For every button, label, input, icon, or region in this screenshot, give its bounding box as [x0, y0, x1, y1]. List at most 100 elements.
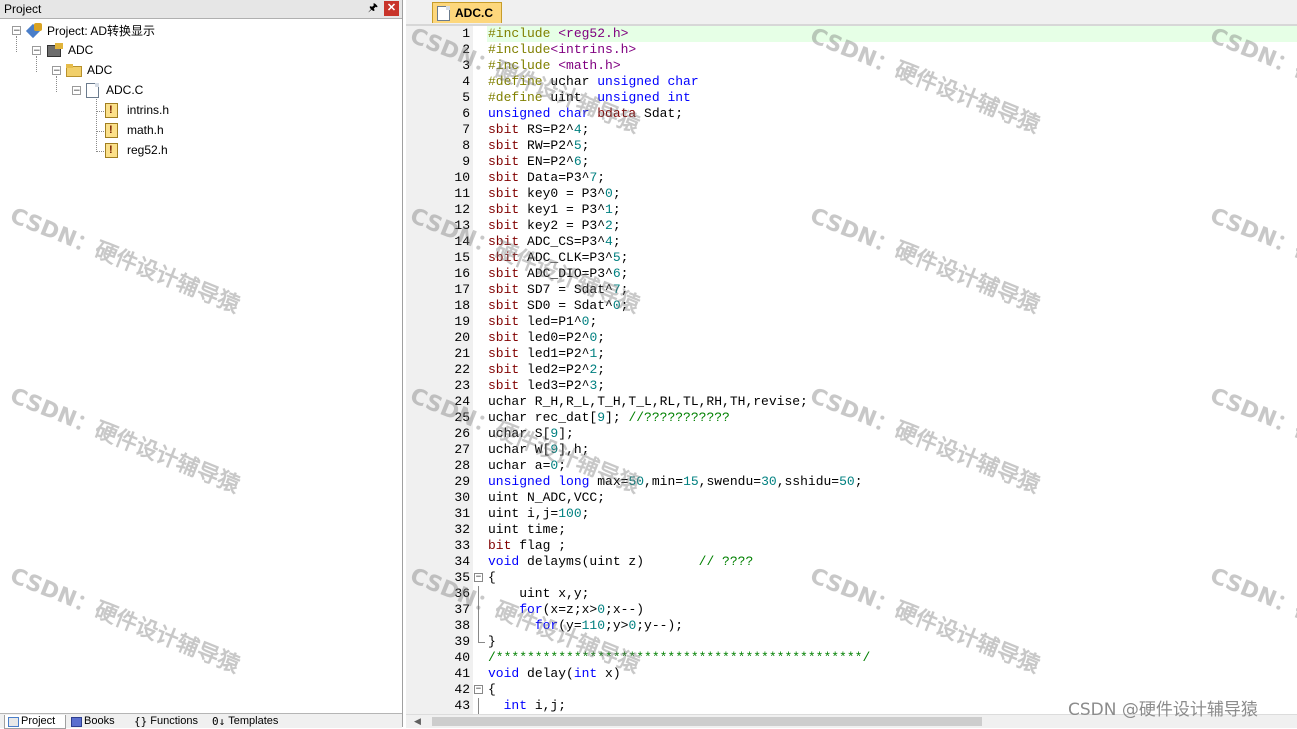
code-text: sbit EN=P2^6;: [488, 154, 590, 169]
tab-label: Templates: [228, 715, 279, 727]
header-file-icon: [105, 102, 118, 118]
line-number: 24: [454, 394, 470, 409]
code-line[interactable]: 4 #define uchar unsigned char: [406, 74, 1297, 90]
tree-item-include[interactable]: reg52.h: [105, 141, 168, 159]
tree-connector: [96, 111, 104, 112]
tree-item-project[interactable]: − Project: AD转换显示: [12, 21, 155, 39]
code-line[interactable]: 23 sbit led3=P2^3;: [406, 378, 1297, 394]
code-line[interactable]: 7 sbit RS=P2^4;: [406, 122, 1297, 138]
code-line[interactable]: 25 uchar rec_dat[9]; //???????????: [406, 410, 1297, 426]
code-line[interactable]: 34 void delayms(uint z) // ????: [406, 554, 1297, 570]
tree-item-include[interactable]: math.h: [105, 121, 164, 139]
tree-item-target[interactable]: − ADC: [32, 41, 93, 59]
tab-functions[interactable]: {} Functions: [130, 715, 205, 728]
code-line[interactable]: 26 uchar S[9];: [406, 426, 1297, 442]
collapse-icon[interactable]: −: [32, 45, 41, 55]
line-number: 2: [462, 42, 470, 57]
code-text: /***************************************…: [488, 650, 871, 665]
code-line[interactable]: 10 sbit Data=P3^7;: [406, 170, 1297, 186]
code-line[interactable]: 19 sbit led=P1^0;: [406, 314, 1297, 330]
code-line[interactable]: 8 sbit RW=P2^5;: [406, 138, 1297, 154]
code-text: sbit SD0 = Sdat^0;: [488, 298, 629, 313]
tab-label: Project: [21, 715, 56, 727]
code-text: unsigned long max=50,min=15,swendu=30,ss…: [488, 474, 863, 489]
line-number: 13: [454, 218, 470, 233]
collapse-icon[interactable]: −: [12, 25, 21, 35]
code-text: sbit ADC_CS=P3^4;: [488, 234, 621, 249]
code-line[interactable]: 30 uint N_ADC,VCC;: [406, 490, 1297, 506]
code-line[interactable]: 5 #define uint unsigned int: [406, 90, 1297, 106]
code-text: uchar R_H,R_L,T_H,T_L,RL,TL,RH,TH,revise…: [488, 394, 808, 409]
code-area[interactable]: 1 #include <reg52.h> 2 #include<intrins.h> 3…: [406, 26, 1297, 714]
code-text: sbit SD7 = Sdat^7;: [488, 282, 629, 297]
line-number: 4: [462, 74, 470, 89]
tab-label: ADC.C: [455, 6, 493, 20]
code-text: sbit ADC_CLK=P3^5;: [488, 250, 629, 265]
code-line[interactable]: 31 uint i,j=100;: [406, 506, 1297, 522]
code-line[interactable]: 36 uint x,y;: [406, 586, 1297, 602]
code-line[interactable]: 2 #include<intrins.h>: [406, 42, 1297, 58]
code-line[interactable]: 28 uchar a=0;: [406, 458, 1297, 474]
line-number: 15: [454, 250, 470, 265]
fold-toggle-icon[interactable]: −: [474, 573, 483, 582]
code-line[interactable]: 18 sbit SD0 = Sdat^0;: [406, 298, 1297, 314]
code-line[interactable]: 14 sbit ADC_CS=P3^4;: [406, 234, 1297, 250]
line-number: 14: [454, 234, 470, 249]
code-line[interactable]: 17 sbit SD7 = Sdat^7;: [406, 282, 1297, 298]
code-line[interactable]: 33 bit flag ;: [406, 538, 1297, 554]
line-number: 7: [462, 122, 470, 137]
code-line[interactable]: 16 sbit ADC_DIO=P3^6;: [406, 266, 1297, 282]
code-line[interactable]: 37 for(x=z;x>0;x--): [406, 602, 1297, 618]
code-editor[interactable]: ADC.C 1 #include <reg52.h> 2 #include<intri…: [406, 0, 1297, 728]
panel-title: Project: [4, 2, 42, 16]
line-number: 29: [454, 474, 470, 489]
code-text: void delayms(uint z) // ????: [488, 554, 754, 569]
tree-label: ADC.C: [106, 83, 144, 97]
code-line[interactable]: 6 unsigned char bdata Sdat;: [406, 106, 1297, 122]
code-line[interactable]: 9 sbit EN=P2^6;: [406, 154, 1297, 170]
code-text: #include<intrins.h>: [488, 42, 637, 57]
code-line[interactable]: 21 sbit led1=P2^1;: [406, 346, 1297, 362]
scrollbar-thumb[interactable]: [432, 717, 982, 726]
code-line[interactable]: 35−{: [406, 570, 1297, 586]
editor-tabbar: ADC.C: [406, 0, 1297, 26]
collapse-icon[interactable]: −: [52, 65, 61, 75]
code-line[interactable]: 12 sbit key1 = P3^1;: [406, 202, 1297, 218]
line-number: 21: [454, 346, 470, 361]
close-icon[interactable]: ✕: [384, 1, 399, 16]
tree-item-group[interactable]: − ADC: [52, 61, 112, 79]
code-line[interactable]: 40 /*************************************…: [406, 650, 1297, 666]
line-number: 39: [454, 634, 470, 649]
scroll-left-icon[interactable]: ◀: [414, 716, 421, 727]
tab-adc-c[interactable]: ADC.C: [432, 2, 502, 23]
tree-item-include[interactable]: intrins.h: [105, 101, 169, 119]
line-number: 26: [454, 426, 470, 441]
code-line[interactable]: 3 #include <math.h>: [406, 58, 1297, 74]
code-line[interactable]: 13 sbit key2 = P3^2;: [406, 218, 1297, 234]
code-line[interactable]: 38 for(y=110;y>0;y--);: [406, 618, 1297, 634]
code-line[interactable]: 32 uint time;: [406, 522, 1297, 538]
code-line[interactable]: 29 unsigned long max=50,min=15,swendu=30,…: [406, 474, 1297, 490]
code-line[interactable]: 41 void delay(int x): [406, 666, 1297, 682]
code-text: sbit key2 = P3^2;: [488, 218, 621, 233]
code-line[interactable]: 39}: [406, 634, 1297, 650]
tree-item-file[interactable]: − ADC.C: [72, 81, 143, 99]
code-line[interactable]: 20 sbit led0=P2^0;: [406, 330, 1297, 346]
code-line[interactable]: 15 sbit ADC_CLK=P3^5;: [406, 250, 1297, 266]
code-text: sbit led2=P2^2;: [488, 362, 606, 377]
tab-templates[interactable]: 0↓ Templates: [208, 715, 288, 728]
collapse-icon[interactable]: −: [72, 85, 81, 95]
code-text: }: [488, 634, 496, 649]
fold-toggle-icon[interactable]: −: [474, 685, 483, 694]
line-number: 35: [454, 570, 470, 585]
pin-icon[interactable]: 🖈: [366, 1, 380, 15]
code-line[interactable]: 1 #include <reg52.h>: [406, 26, 1297, 42]
line-number: 9: [462, 154, 470, 169]
code-line[interactable]: 27 uchar W[9],h;: [406, 442, 1297, 458]
code-line[interactable]: 24 uchar R_H,R_L,T_H,T_L,RL,TL,RH,TH,revi…: [406, 394, 1297, 410]
project-tab-icon: [8, 716, 19, 727]
tab-books[interactable]: Books: [68, 715, 126, 728]
line-number: 18: [454, 298, 470, 313]
code-line[interactable]: 11 sbit key0 = P3^0;: [406, 186, 1297, 202]
code-line[interactable]: 22 sbit led2=P2^2;: [406, 362, 1297, 378]
